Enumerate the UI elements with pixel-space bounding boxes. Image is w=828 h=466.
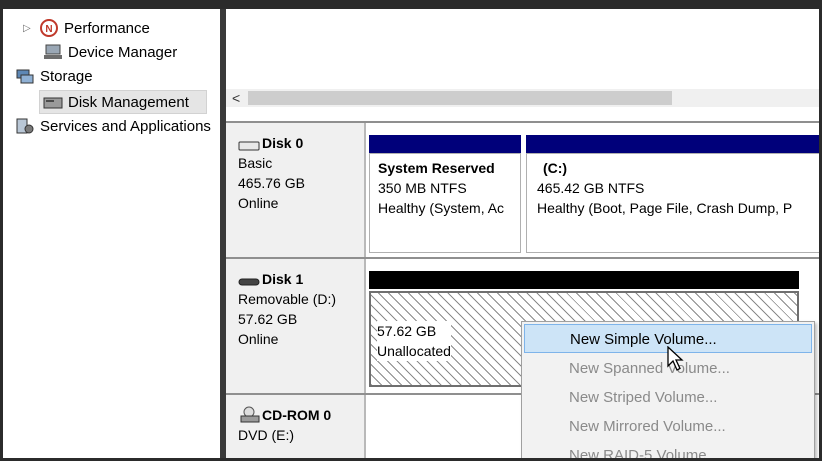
- unallocated-label: Unallocated: [377, 343, 451, 359]
- disk-status: Online: [238, 331, 279, 347]
- disk-name: Disk 1: [262, 271, 304, 287]
- tree-item-performance[interactable]: N Performance: [39, 17, 150, 39]
- disk-status: Online: [238, 195, 279, 211]
- disk-name: Disk 0: [262, 135, 304, 151]
- disk-0-label[interactable]: Disk 0 Basic 465.76 GB Online: [226, 123, 366, 257]
- navigation-tree: ▷ N Performance Device Manager Storage D…: [3, 11, 220, 458]
- disk-1-label[interactable]: Disk 1 Removable (D:) 57.62 GB Online: [226, 259, 366, 393]
- disk-name: CD-ROM 0: [262, 407, 332, 423]
- volume-body: (C:) 465.42 GB NTFS Healthy (Boot, Page …: [526, 153, 819, 253]
- menu-item-new-striped-volume[interactable]: New Striped Volume...: [524, 383, 812, 412]
- disk-size: 57.62 GB: [238, 311, 298, 327]
- tree-item-label: Performance: [64, 19, 150, 37]
- disk-management-window: ▷ N Performance Device Manager Storage D…: [0, 0, 822, 461]
- tree-item-device-manager[interactable]: Device Manager: [43, 41, 177, 63]
- unallocated-band: [369, 271, 799, 289]
- tree-item-label: Services and Applications: [40, 117, 211, 135]
- disk-size: 465.76 GB: [238, 175, 305, 191]
- disk-type: Removable (D:): [238, 291, 337, 307]
- menu-item-new-raid5-volume[interactable]: New RAID-5 Volume...: [524, 441, 812, 458]
- disk-0-name-row: Disk 0: [238, 133, 364, 153]
- mouse-cursor-icon: [666, 345, 684, 377]
- disk-1-name-row: Disk 1: [238, 269, 364, 289]
- volume-size-fs: 350 MB NTFS: [378, 180, 467, 196]
- volume-title: (C:): [543, 160, 568, 176]
- device-manager-icon: [43, 43, 63, 61]
- tree-item-disk-management[interactable]: Disk Management: [39, 90, 207, 114]
- scroll-left-arrow[interactable]: <: [232, 89, 240, 107]
- primary-partition-band: [526, 135, 819, 153]
- disk-type: DVD (E:): [238, 427, 294, 443]
- disk-type: Basic: [238, 155, 273, 171]
- tree-item-services-and-applications[interactable]: Services and Applications: [15, 115, 211, 137]
- cdrom-0-label[interactable]: CD-ROM 0 DVD (E:): [226, 395, 366, 458]
- volume-health: Healthy (System, Ac: [378, 200, 505, 216]
- unallocated-size: 57.62 GB: [377, 323, 437, 339]
- services-icon: [15, 117, 35, 135]
- scrollbar-thumb[interactable]: [248, 91, 672, 105]
- volume-size-fs: 465.42 GB NTFS: [537, 180, 645, 196]
- expand-arrow-icon[interactable]: ▷: [23, 23, 31, 34]
- volume-health: Healthy (Boot, Page File, Crash Dump, P: [537, 200, 793, 216]
- context-menu: New Simple Volume... New Spanned Volume.…: [521, 321, 815, 458]
- unallocated-text: 57.62 GB Unallocated: [377, 321, 451, 361]
- svg-text:N: N: [45, 24, 52, 35]
- volume-c-drive[interactable]: (C:) 465.42 GB NTFS Healthy (Boot, Page …: [526, 135, 819, 253]
- tree-item-label: Device Manager: [68, 43, 178, 61]
- cdrom-name-row: CD-ROM 0: [238, 405, 364, 425]
- performance-icon: N: [39, 19, 59, 37]
- menu-item-new-mirrored-volume[interactable]: New Mirrored Volume...: [524, 412, 812, 441]
- hard-disk-icon: [238, 137, 260, 151]
- tree-item-storage[interactable]: Storage: [15, 65, 93, 87]
- cdrom-icon: [238, 406, 260, 424]
- volume-title: System Reserved: [378, 160, 495, 176]
- disk-management-icon: [43, 93, 63, 111]
- tree-item-label: Storage: [40, 67, 93, 85]
- horizontal-scrollbar[interactable]: <: [226, 89, 819, 107]
- volume-body: System Reserved 350 MB NTFS Healthy (Sys…: [369, 153, 521, 253]
- volume-system-reserved[interactable]: System Reserved 350 MB NTFS Healthy (Sys…: [369, 135, 521, 253]
- primary-partition-band: [369, 135, 521, 153]
- removable-disk-icon: [238, 273, 260, 286]
- tree-item-label: Disk Management: [68, 93, 189, 111]
- storage-icon: [15, 67, 35, 85]
